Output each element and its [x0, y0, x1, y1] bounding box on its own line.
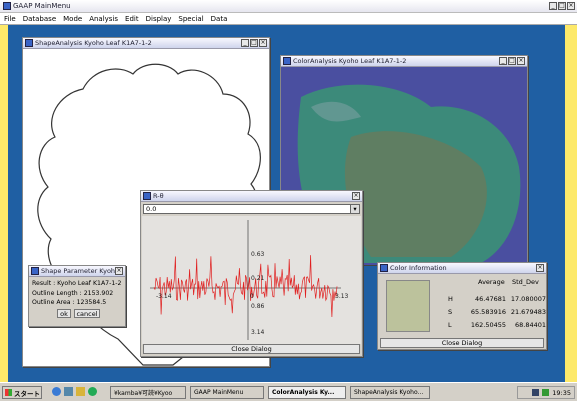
graph-select-value: 0.0: [146, 205, 157, 213]
menu-data[interactable]: Data: [211, 15, 228, 23]
cancel-button[interactable]: cancel: [74, 308, 100, 318]
start-label: スタート: [14, 389, 40, 398]
x-tick-label: 3.13: [335, 293, 349, 300]
graph-close-button[interactable]: Close Dialog: [143, 344, 360, 354]
chevron-down-icon[interactable]: ▾: [350, 205, 359, 213]
row-label: L: [448, 320, 452, 329]
color-window-titlebar: ColorAnalysis Kyoho Leaf K1A7-1-2 _ □ ×: [281, 56, 527, 67]
window-icon: [143, 192, 151, 200]
minimize-icon[interactable]: _: [241, 39, 249, 47]
start-button[interactable]: スタート: [2, 386, 42, 399]
row-average: 65.583916: [470, 307, 506, 316]
color-window-title: ColorAnalysis Kyoho Leaf K1A7-1-2: [293, 57, 407, 65]
menu-analysis[interactable]: Analysis: [89, 15, 118, 23]
minimize-icon[interactable]: _: [549, 2, 557, 10]
row-average: 46.47681: [474, 294, 506, 303]
ime-icon[interactable]: [532, 389, 540, 396]
taskbar-item-shape-analysis[interactable]: ShapeAnalysis Kyoho...: [350, 386, 430, 399]
network-icon[interactable]: [542, 389, 550, 396]
row-std: 17.080007: [510, 294, 546, 303]
window-icon: [31, 267, 39, 275]
window-icon: [283, 57, 291, 65]
close-icon[interactable]: ×: [352, 192, 360, 200]
color-info-row: H 46.47681 17.080007: [448, 292, 546, 305]
maximize-icon[interactable]: □: [250, 39, 258, 47]
y-tick-label: 0.63: [251, 251, 265, 258]
clock: 19:35: [552, 388, 571, 397]
col-average-header: Average: [478, 278, 505, 286]
close-icon[interactable]: ×: [259, 39, 267, 47]
y-tick-label: 0.21: [251, 275, 265, 282]
x-tick-label: -3.14: [156, 293, 172, 300]
y-tick-label: 3.14: [251, 329, 265, 336]
result-label: Result : Kyoho Leaf K1A7-1-2: [32, 280, 122, 287]
desktop-icon[interactable]: [64, 387, 73, 396]
col-std-header: Std_Dev: [512, 278, 539, 286]
color-info-titlebar: Color Information ×: [378, 263, 546, 274]
menu-bar: File Database Mode Analysis Edit Display Speci…: [0, 13, 577, 25]
shape-window-title: ShapeAnalysis Kyoho Leaf K1A7-1-2: [35, 39, 152, 47]
shape-parameter-dialog: Shape Parameter Kyoho × Result : Kyoho L…: [28, 265, 126, 327]
graph-select[interactable]: 0.0 ▾: [143, 204, 360, 214]
app-icon: [3, 2, 11, 10]
graph-window: R-θ × 0.0 ▾ -3.14 0 3.13 0.63 0.21 0.86 3.14 C…: [140, 190, 363, 357]
main-titlebar: GAAP MainMenu _ □ ×: [0, 0, 577, 13]
graph-window-titlebar: R-θ ×: [141, 191, 362, 202]
r-theta-curve: [153, 255, 338, 318]
graph-window-title: R-θ: [153, 192, 164, 200]
r-theta-plot: -3.14 0 3.13 0.63 0.21 0.86 3.14: [142, 216, 361, 344]
row-label: S: [448, 307, 453, 316]
menu-special[interactable]: Special: [178, 15, 203, 23]
color-info-title: Color Information: [390, 264, 447, 272]
close-icon[interactable]: ×: [567, 2, 575, 10]
shape-param-title: Shape Parameter Kyoho: [41, 267, 115, 275]
maximize-icon[interactable]: □: [558, 2, 566, 10]
ok-button[interactable]: ok: [57, 308, 71, 318]
taskbar-item-main-menu[interactable]: GAAP MainMenu: [190, 386, 264, 399]
quick-launch: [52, 387, 97, 396]
outline-length: Outline Length : 2153.902: [32, 289, 114, 297]
close-icon[interactable]: ×: [536, 264, 544, 272]
system-tray: 19:35: [517, 386, 575, 399]
row-average: 162.50455: [470, 320, 506, 329]
close-icon[interactable]: ×: [517, 57, 525, 65]
media-icon[interactable]: [88, 387, 97, 396]
menu-database[interactable]: Database: [23, 15, 56, 23]
taskbar-item-color-analysis[interactable]: ColorAnalysis Ky...: [268, 386, 346, 399]
close-icon[interactable]: ×: [115, 267, 123, 275]
color-swatch: [386, 280, 430, 332]
row-std: 68.84401: [514, 320, 546, 329]
row-std: 21.679483: [510, 307, 546, 316]
outline-area: Outline Area : 123584.5: [32, 299, 107, 306]
x-tick-label: 0: [250, 293, 254, 300]
shape-window-titlebar: ShapeAnalysis Kyoho Leaf K1A7-1-2 _ □ ×: [23, 38, 269, 49]
mail-icon[interactable]: [76, 387, 85, 396]
color-info-rows: H 46.47681 17.080007 S 65.583916 21.679483 L 16…: [448, 292, 546, 331]
color-info-row: S 65.583916 21.679483: [448, 305, 546, 318]
taskbar-item-folder[interactable]: ¥kamba¥可読¥Kyoo: [110, 386, 186, 399]
menu-mode[interactable]: Mode: [63, 15, 82, 23]
main-title: GAAP MainMenu: [13, 2, 71, 10]
maximize-icon[interactable]: □: [508, 57, 516, 65]
color-info-close-button[interactable]: Close Dialog: [380, 338, 544, 348]
taskbar: スタート ¥kamba¥可読¥Kyoo GAAP MainMenu ColorA…: [0, 382, 577, 401]
color-info-row: L 162.50455 68.84401: [448, 318, 546, 331]
window-icon: [380, 264, 388, 272]
main-window-controls: _ □ ×: [549, 2, 577, 10]
row-label: H: [448, 294, 453, 303]
window-icon: [25, 39, 33, 47]
menu-display[interactable]: Display: [146, 15, 172, 23]
windows-logo-icon: [5, 389, 12, 396]
menu-file[interactable]: File: [4, 15, 16, 23]
menu-edit[interactable]: Edit: [125, 15, 139, 23]
y-tick-label: 0.86: [251, 303, 265, 310]
shape-param-titlebar: Shape Parameter Kyoho ×: [29, 266, 125, 277]
minimize-icon[interactable]: _: [499, 57, 507, 65]
color-information-dialog: Color Information × Average Std_Dev H 46.…: [377, 262, 547, 350]
browser-icon[interactable]: [52, 387, 61, 396]
